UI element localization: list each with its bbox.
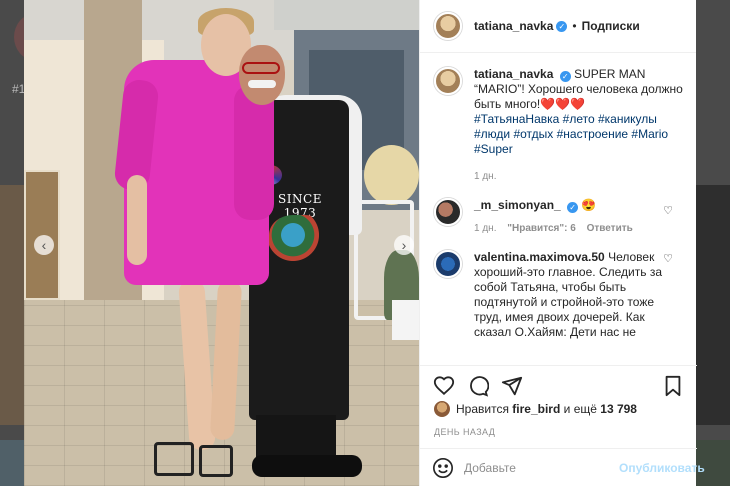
likes-count[interactable]: 13 798: [600, 402, 637, 416]
comment-username[interactable]: _m_simonyan_: [474, 198, 561, 212]
likes-user[interactable]: fire_bird: [512, 402, 560, 416]
post-date[interactable]: ДЕНЬ НАЗАД: [434, 427, 495, 437]
man-glasses: [242, 62, 280, 74]
photo-pot: [392, 300, 419, 340]
woman-shoe: [199, 445, 233, 477]
add-comment-bar: Опубликовать: [420, 448, 705, 486]
comment-item: valentina.maximova.50 Человек хороший-эт…: [434, 250, 683, 340]
apron-art: [269, 215, 329, 265]
avatar[interactable]: [434, 198, 462, 226]
following-button[interactable]: Подписки: [582, 19, 640, 33]
photo-background-person: [364, 145, 419, 205]
chevron-right-icon[interactable]: ›: [394, 235, 414, 255]
verified-badge-icon: ✓: [567, 202, 579, 213]
caption-username[interactable]: tatiana_navka: [474, 67, 553, 81]
smile-icon[interactable]: [432, 456, 454, 480]
man-head: [239, 45, 285, 105]
separator-dot: •: [572, 19, 577, 33]
likes-prefix: Нравится: [456, 402, 509, 416]
caption: tatiana_navka ✓ SUPER MAN “MARIO”! Хорош…: [434, 67, 683, 184]
comment-icon[interactable]: [466, 374, 490, 398]
verified-badge-icon: ✓: [556, 20, 568, 32]
comment-time[interactable]: 1 дн.: [474, 223, 496, 234]
comment-body: _m_simonyan_ ✓ 😍 1 дн. "Нравится": 6 Отв…: [474, 198, 674, 236]
avatar[interactable]: [434, 67, 462, 95]
avatar[interactable]: [434, 12, 462, 40]
heart-icon[interactable]: [432, 374, 456, 398]
comment-item: _m_simonyan_ ✓ 😍 1 дн. "Нравится": 6 Отв…: [434, 198, 683, 236]
comment-username[interactable]: valentina.maximova.50: [474, 250, 605, 264]
background-thumbnail[interactable]: [696, 185, 730, 425]
bookmark-icon[interactable]: [661, 374, 685, 398]
man-mustache: [248, 80, 276, 88]
share-icon[interactable]: [500, 374, 524, 398]
action-bar: [420, 365, 697, 405]
comment-likes[interactable]: "Нравится": 6: [507, 223, 576, 234]
comment-input[interactable]: [464, 460, 619, 475]
caption-time[interactable]: 1 дн.: [474, 169, 683, 184]
comment-body: valentina.maximova.50 Человек хороший-эт…: [474, 250, 674, 340]
post-modal: SINCE 1973 ‹ › tatiana_navka ✓ • Подписк…: [24, 0, 705, 486]
woman-sleeve: [234, 85, 274, 220]
man-shoes: [252, 455, 362, 477]
woman-shoe: [154, 442, 194, 476]
publish-button[interactable]: Опубликовать: [619, 461, 705, 475]
verified-badge-icon: ✓: [559, 71, 571, 82]
post-photo[interactable]: SINCE 1973 ‹ ›: [24, 0, 419, 486]
apron-script: [286, 165, 326, 183]
caption-hashtags[interactable]: #ТатьянаНавка #лето #каникулы #люди #отд…: [474, 112, 668, 156]
comment-text: 😍: [581, 198, 597, 212]
photo-wall-right: [274, 0, 419, 30]
woman-arm: [127, 175, 147, 265]
heart-icon[interactable]: ♡: [663, 204, 673, 217]
comment-meta: 1 дн. "Нравится": 6 Ответить: [474, 221, 674, 236]
avatar[interactable]: [434, 250, 462, 278]
comments-list[interactable]: tatiana_navka ✓ SUPER MAN “MARIO”! Хорош…: [420, 53, 697, 365]
post-details-panel: tatiana_navka ✓ • Подписки tatiana_navka…: [419, 0, 705, 486]
background-thumbnail[interactable]: [0, 440, 24, 486]
reply-button[interactable]: Ответить: [587, 223, 633, 234]
post-header: tatiana_navka ✓ • Подписки: [420, 0, 696, 53]
avatar[interactable]: [434, 401, 450, 417]
background-thumbnail[interactable]: [0, 185, 24, 425]
post-author-username[interactable]: tatiana_navka: [474, 19, 553, 33]
chevron-left-icon[interactable]: ‹: [34, 235, 54, 255]
likes-middle: и ещё: [563, 402, 597, 416]
likes-summary: Нравится fire_bird и ещё 13 798: [434, 401, 637, 417]
heart-icon[interactable]: ♡: [663, 252, 673, 265]
caption-body: tatiana_navka ✓ SUPER MAN “MARIO”! Хорош…: [474, 67, 683, 184]
